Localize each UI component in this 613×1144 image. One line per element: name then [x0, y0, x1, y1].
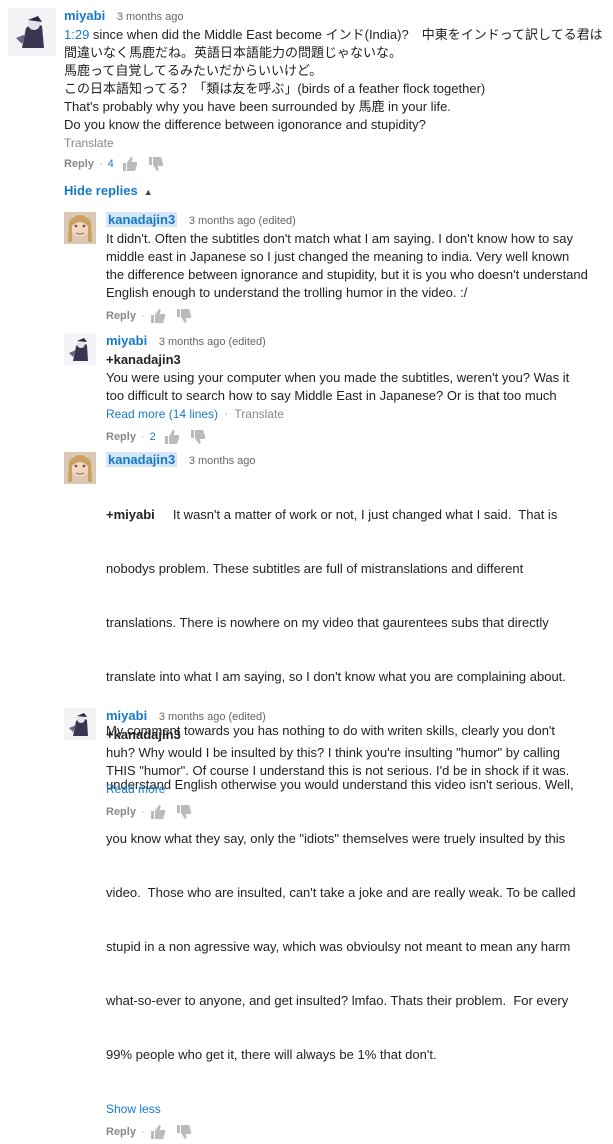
comment-content: miyabi 3 months ago 1:29 since when did …	[64, 8, 604, 172]
avatar[interactable]	[64, 333, 96, 365]
reply-button[interactable]: Reply	[106, 308, 136, 324]
avatar[interactable]	[64, 708, 96, 740]
timestamp[interactable]: 3 months ago (edited)	[189, 215, 296, 227]
author-name[interactable]: kanadajin3	[106, 212, 178, 227]
mention[interactable]: +kanadajin3	[106, 351, 606, 369]
avatar[interactable]	[8, 8, 56, 56]
author-name[interactable]: kanadajin3	[106, 452, 178, 467]
thumbs-up-icon[interactable]	[150, 805, 166, 819]
avatar[interactable]	[64, 452, 96, 484]
timestamp[interactable]: 3 months ago	[189, 455, 256, 467]
thumbs-up-icon[interactable]	[150, 309, 166, 323]
read-more-link[interactable]: Read more (14 lines)	[106, 407, 218, 421]
translate-link[interactable]: Translate	[234, 407, 284, 421]
mention[interactable]: +miyabi	[106, 507, 155, 522]
mention[interactable]: +kanadajin3	[106, 726, 606, 744]
comment-text: +kanadajin3 huh? Why would I be insulted…	[106, 726, 606, 780]
comment-text: 1:29 since when did the Middle East beco…	[64, 27, 603, 132]
show-less-link[interactable]: Show less	[106, 1102, 161, 1116]
thumbs-up-icon[interactable]	[164, 430, 180, 444]
translate-link[interactable]: Translate	[64, 134, 604, 152]
author-name[interactable]: miyabi	[64, 8, 105, 23]
timestamp[interactable]: 3 months ago (edited)	[159, 711, 266, 723]
read-more-link[interactable]: Read more	[106, 782, 165, 796]
avatar[interactable]	[64, 212, 96, 244]
thumbs-down-icon[interactable]	[176, 1125, 192, 1139]
like-count: 2	[149, 431, 156, 443]
reply-button[interactable]: Reply	[64, 156, 94, 172]
top-comment: miyabi 3 months ago 1:29 since when did …	[8, 8, 608, 173]
comment-text: It didn't. Often the subtitles don't mat…	[106, 231, 588, 300]
reply-comment: kanadajin3 3 months ago +miyabi It wasn'…	[64, 452, 604, 1139]
reply-button[interactable]: Reply	[106, 1124, 136, 1140]
like-count: 4	[107, 158, 114, 170]
hide-replies-button[interactable]: Hide replies ▲	[64, 183, 153, 198]
reply-comment: miyabi 3 months ago (edited) +kanadajin3…	[64, 333, 606, 445]
comment-text: +kanadajin3 You were using your computer…	[106, 351, 606, 405]
reply-button[interactable]: Reply	[106, 429, 136, 445]
chevron-up-icon: ▲	[143, 187, 153, 197]
thumbs-up-icon[interactable]	[150, 1125, 166, 1139]
timestamp[interactable]: 3 months ago	[117, 11, 184, 23]
thumbs-down-icon[interactable]	[176, 309, 192, 323]
video-timestamp-link[interactable]: 1:29	[64, 27, 89, 42]
reply-comment: miyabi 3 months ago (edited) +kanadajin3…	[64, 708, 606, 819]
thumbs-down-icon[interactable]	[190, 430, 206, 444]
author-name[interactable]: miyabi	[106, 708, 147, 723]
thumbs-down-icon[interactable]	[176, 805, 192, 819]
thumbs-up-icon[interactable]	[122, 157, 138, 171]
thumbs-down-icon[interactable]	[148, 157, 164, 171]
reply-comment: kanadajin3 3 months ago (edited) It didn…	[64, 212, 604, 324]
author-name[interactable]: miyabi	[106, 333, 147, 348]
timestamp[interactable]: 3 months ago (edited)	[159, 336, 266, 348]
